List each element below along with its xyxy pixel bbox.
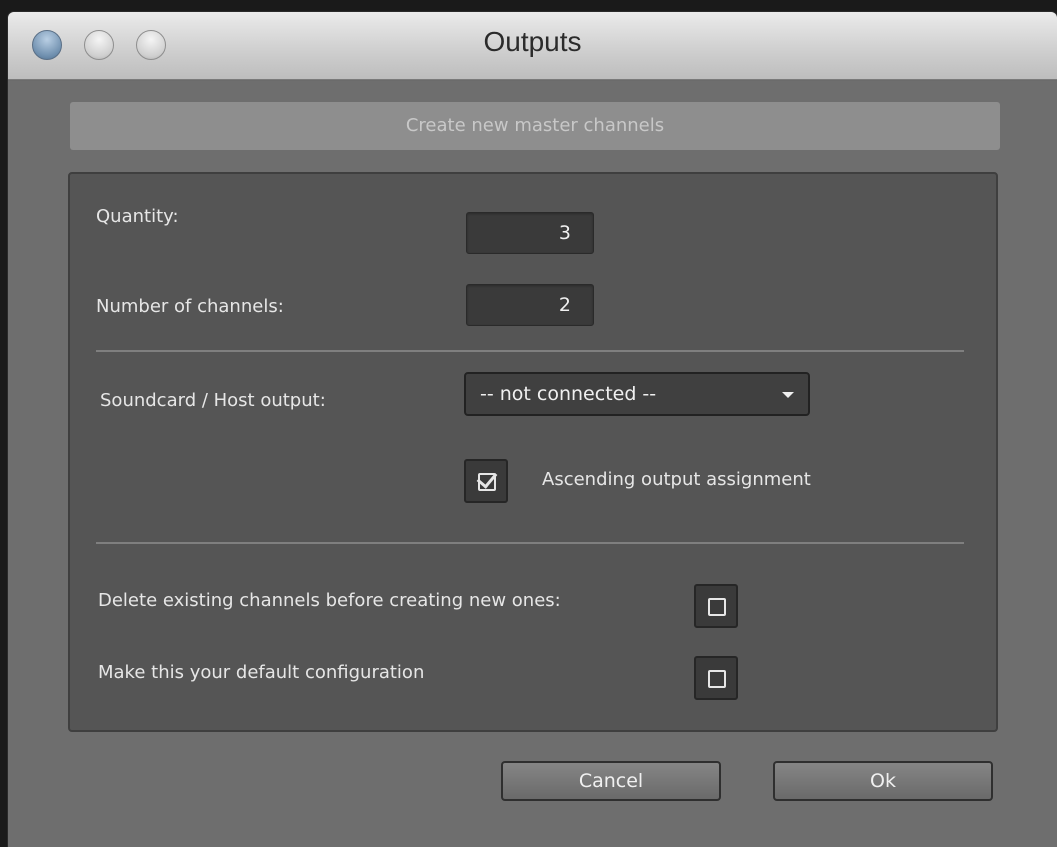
checkbox-box-icon — [708, 670, 726, 688]
delete-existing-checkbox[interactable] — [694, 584, 738, 628]
default-config-checkbox[interactable] — [694, 656, 738, 700]
section-header: Create new master channels — [70, 102, 1000, 150]
ascending-checkbox[interactable] — [464, 459, 508, 503]
cancel-button[interactable]: Cancel — [501, 761, 721, 801]
ascending-label: Ascending output assignment — [542, 469, 811, 490]
titlebar: Outputs — [8, 12, 1057, 80]
checkbox-box-icon — [708, 598, 726, 616]
output-label: Soundcard / Host output: — [100, 390, 326, 411]
output-select[interactable]: -- not connected -- — [464, 372, 810, 416]
channels-label: Number of channels: — [96, 296, 284, 317]
quantity-field[interactable]: 3 — [466, 212, 594, 254]
window-title: Outputs — [483, 26, 582, 57]
ok-button[interactable]: Ok — [773, 761, 993, 801]
outputs-dialog: Outputs Create new master channels Quant… — [8, 12, 1057, 847]
quantity-label: Quantity: — [96, 206, 179, 227]
delete-label: Delete existing channels before creating… — [98, 590, 561, 611]
dialog-content: Create new master channels Quantity: 3 N… — [8, 81, 1057, 847]
default-label: Make this your default configuration — [98, 662, 425, 683]
divider — [96, 542, 964, 544]
settings-panel: Quantity: 3 Number of channels: 2 Soundc… — [68, 172, 998, 732]
divider — [96, 350, 964, 352]
chevron-down-icon — [782, 392, 794, 398]
output-select-value: -- not connected -- — [480, 383, 657, 405]
channels-field[interactable]: 2 — [466, 284, 594, 326]
